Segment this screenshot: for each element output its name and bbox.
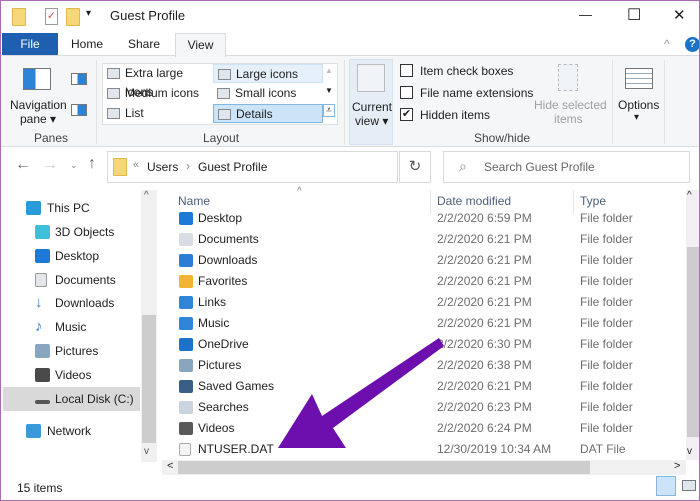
arrow-shape xyxy=(278,338,444,448)
annotation-arrow xyxy=(278,338,444,448)
